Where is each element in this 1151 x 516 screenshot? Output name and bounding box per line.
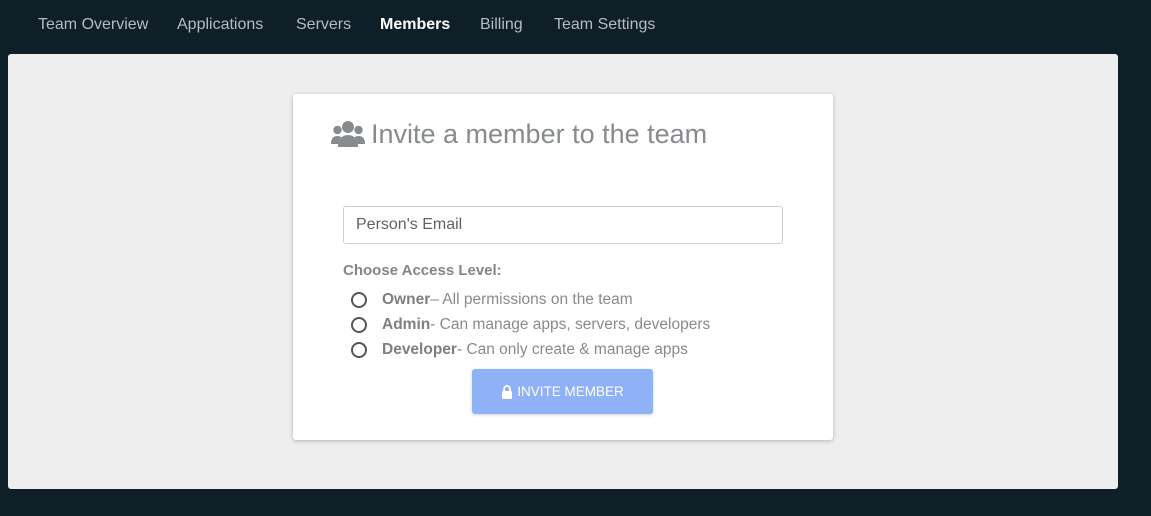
option-name: Owner bbox=[382, 291, 431, 308]
option-description: – All permissions on the team bbox=[430, 291, 633, 308]
invite-button-label: INVITE MEMBER bbox=[517, 384, 624, 399]
email-field[interactable] bbox=[343, 206, 783, 244]
nav-team-overview[interactable]: Team Overview bbox=[38, 16, 148, 34]
radio-option-owner[interactable]: Owner – All permissions on the team bbox=[351, 290, 633, 310]
option-description: - Can only create & manage apps bbox=[456, 341, 688, 358]
nav-team-settings[interactable]: Team Settings bbox=[554, 16, 655, 34]
nav-servers[interactable]: Servers bbox=[296, 16, 351, 34]
top-navigation: Team Overview Applications Servers Membe… bbox=[0, 0, 1151, 52]
option-name: Admin bbox=[382, 316, 431, 333]
lock-icon bbox=[502, 384, 513, 399]
option-name: Developer bbox=[382, 341, 457, 358]
radio-option-developer[interactable]: Developer - Can only create & manage app… bbox=[351, 340, 688, 360]
card-title-row: Invite a member to the team bbox=[331, 116, 707, 152]
invite-member-card: Invite a member to the team Choose Acces… bbox=[293, 94, 833, 440]
nav-applications[interactable]: Applications bbox=[177, 16, 263, 34]
radio-button[interactable] bbox=[351, 342, 367, 358]
nav-billing[interactable]: Billing bbox=[480, 16, 523, 34]
users-icon bbox=[331, 121, 365, 147]
radio-button[interactable] bbox=[351, 317, 367, 333]
invite-member-button[interactable]: INVITE MEMBER bbox=[472, 369, 653, 414]
access-level-label: Choose Access Level: bbox=[343, 262, 502, 279]
card-title: Invite a member to the team bbox=[371, 118, 708, 149]
nav-members[interactable]: Members bbox=[380, 16, 450, 34]
radio-option-admin[interactable]: Admin - Can manage apps, servers, develo… bbox=[351, 315, 710, 335]
option-description: - Can manage apps, servers, developers bbox=[430, 316, 711, 333]
radio-button[interactable] bbox=[351, 292, 367, 308]
